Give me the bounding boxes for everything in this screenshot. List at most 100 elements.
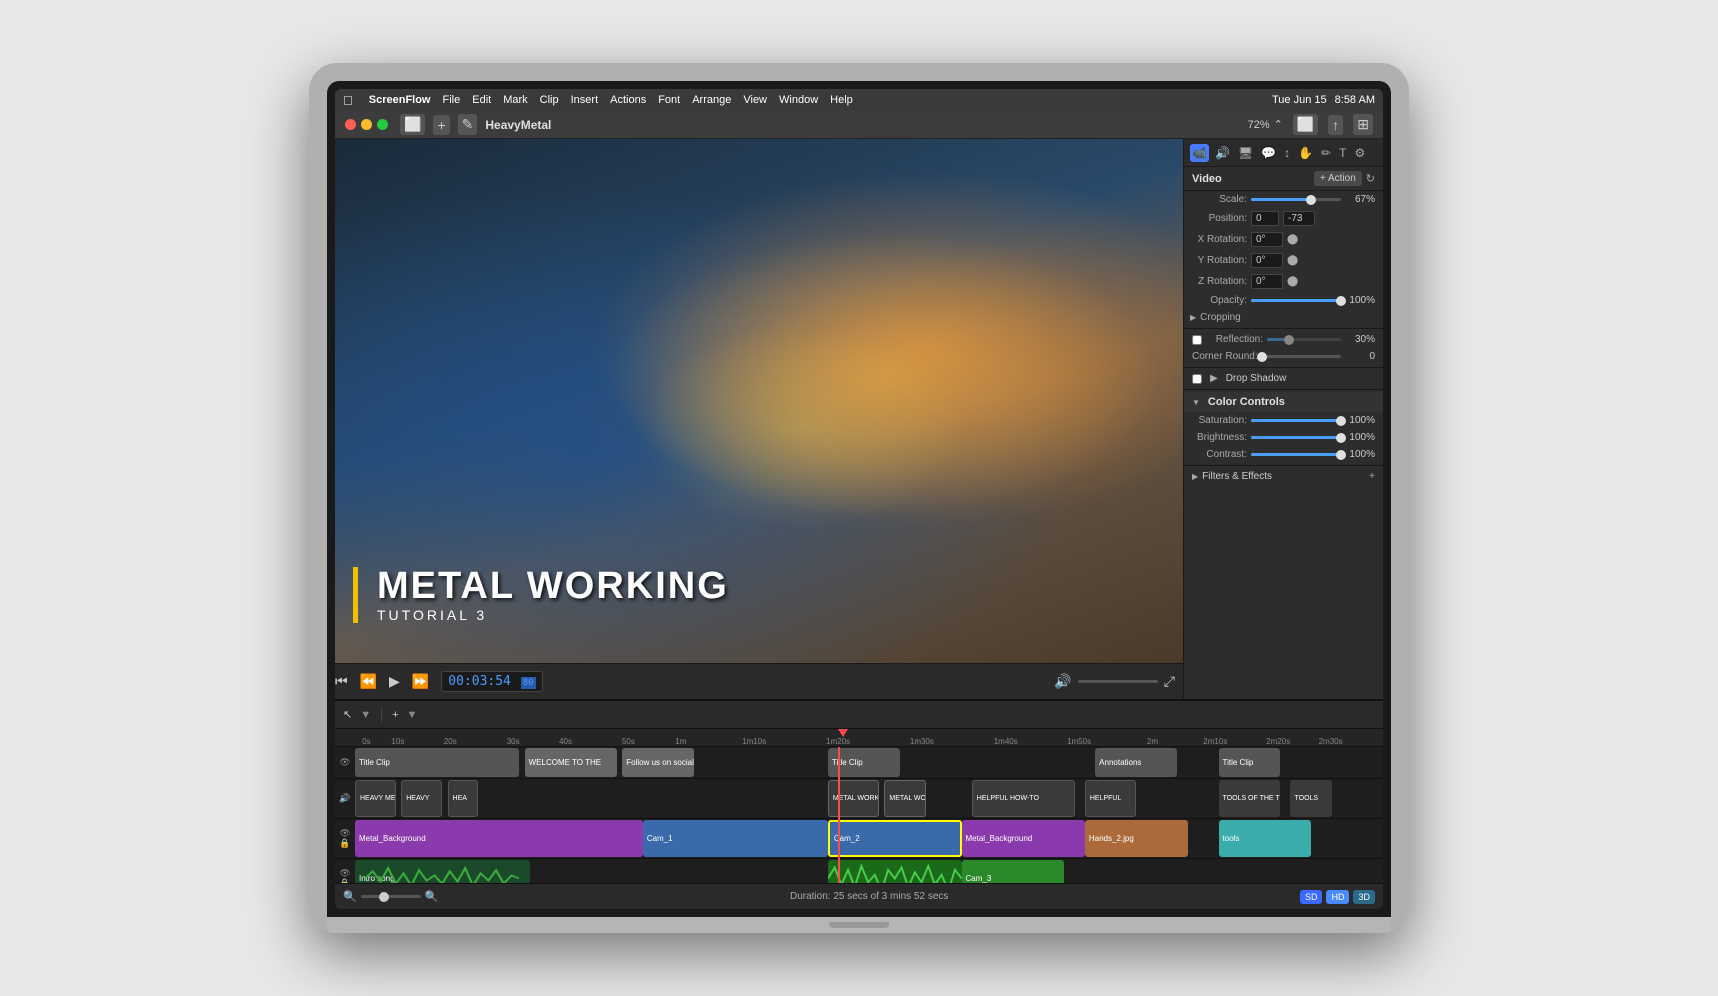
saturation-slider[interactable] [1251,419,1341,422]
y-rotation-keyframe-btn[interactable]: ⬤ [1287,255,1298,266]
x-rotation-keyframe-btn[interactable]: ⬤ [1287,234,1298,245]
position-x-input[interactable] [1251,211,1279,226]
track-lock-btn[interactable]: 🔒 [339,839,350,848]
menu-item-actions[interactable]: Actions [610,94,646,106]
contrast-slider[interactable] [1251,453,1341,456]
clip-title-1[interactable]: Title Clip [355,748,519,777]
reflection-checkbox[interactable] [1192,335,1202,345]
view-btn-1[interactable]: SD [1300,890,1323,904]
track-eye-btn-audio[interactable]: 👁 [339,869,350,878]
menu-item-edit[interactable]: Edit [472,94,491,106]
zoom-control[interactable]: 72% ⌃ [1248,118,1283,131]
color-controls-section[interactable]: ▼ Color Controls [1184,392,1383,412]
clip-helpful-2[interactable]: HELPFUL [1085,780,1136,817]
menu-item-file[interactable]: File [443,94,461,106]
menu-item-clip[interactable]: Clip [540,94,559,106]
minimize-button[interactable] [361,119,372,130]
clip-metal-bg-2[interactable]: Metal_Background [962,820,1085,857]
view-btn-3[interactable]: 3D [1353,890,1375,904]
menu-item-window[interactable]: Window [779,94,818,106]
add-button[interactable]: + [433,115,449,135]
track-audio-lock-btn[interactable]: 🔒 [339,879,350,883]
menu-bar-right: Tue Jun 15 8:58 AM [1272,94,1375,106]
motion-panel-btn[interactable]: ↕ [1282,144,1292,162]
y-rotation-input[interactable] [1251,253,1283,268]
brightness-slider[interactable] [1251,436,1341,439]
drop-shadow-checkbox[interactable] [1192,374,1202,384]
touch-panel-btn[interactable]: ✋ [1296,144,1315,162]
refresh-button[interactable]: ↻ [1366,172,1375,185]
video-panel-btn[interactable]: 📹 [1190,144,1209,162]
menu-item-help[interactable]: Help [830,94,853,106]
pencil-button[interactable]: ✎ [458,114,478,135]
callout-panel-btn[interactable]: 💬 [1259,144,1278,162]
crop-button[interactable]: ⬜ [1293,114,1318,135]
play-button[interactable]: ▶ [389,673,400,690]
expand-button[interactable]: ⤢ [1164,673,1175,690]
clip-cam2[interactable]: Cam_2 [828,820,962,857]
clip-hands[interactable]: Hands_2.jpg [1085,820,1188,857]
volume-slider[interactable] [1078,680,1158,683]
opacity-slider[interactable] [1251,299,1341,302]
menu-item-arrange[interactable]: Arrange [692,94,731,106]
x-rotation-input[interactable] [1251,232,1283,247]
clip-heavy-2[interactable]: HEAVY [401,780,442,817]
track-eye-btn-video[interactable]: 👁 [339,829,350,838]
step-forward-button[interactable]: ⏩ [412,673,429,690]
zoom-slider[interactable] [361,895,421,898]
maximize-button[interactable] [377,119,388,130]
new-document-button[interactable]: ⬜ [400,114,425,135]
clip-title-3[interactable]: Title Clip [1219,748,1281,777]
view-btn-2[interactable]: HD [1326,890,1349,904]
clip-helpful-1[interactable]: HELPFUL HOW-TO [972,780,1075,817]
add-clip-btn[interactable]: + [392,709,398,721]
menu-item-mark[interactable]: Mark [503,94,527,106]
volume-button[interactable]: 🔊 [1054,673,1071,690]
menu-item-font[interactable]: Font [658,94,680,106]
rewind-button[interactable]: ⏮ [335,673,348,690]
layout-button[interactable]: ⊞ [1353,114,1373,135]
text-panel-btn[interactable]: T [1337,144,1348,162]
audio-panel-btn[interactable]: 🔊 [1213,144,1232,162]
gear-panel-btn[interactable]: ⚙ [1352,144,1367,162]
cropping-section[interactable]: ▶ Cropping [1184,309,1383,326]
filters-add-btn[interactable]: + [1369,471,1375,482]
clip-tools[interactable]: TOOLS OF THE TRADE [1219,780,1281,817]
corner-round-slider[interactable] [1262,355,1341,358]
add-clip-select-btn[interactable]: ▼ [407,709,418,721]
zoom-in-btn[interactable]: 🔍 [425,890,439,903]
clip-title-welcome[interactable]: WELCOME TO THE [525,748,618,777]
close-button[interactable] [345,119,356,130]
zoom-out-btn[interactable]: 🔍 [343,890,357,903]
tool-select-btn[interactable]: ▼ [360,709,371,721]
clip-title-follow[interactable]: Follow us on social m [622,748,694,777]
clip-audio-middle[interactable] [828,860,962,883]
clip-annotations[interactable]: Annotations [1095,748,1177,777]
clip-heavy-1[interactable]: HEAVY METAL [355,780,396,817]
menu-item-insert[interactable]: Insert [571,94,599,106]
step-back-button[interactable]: ⏪ [360,673,377,690]
annotation-panel-btn[interactable]: ✏ [1319,144,1333,162]
clip-heavy-3[interactable]: HEA [448,780,479,817]
menu-item-app[interactable]: ScreenFlow [369,94,431,106]
position-y-input[interactable] [1283,211,1315,226]
clip-cam1[interactable]: Cam_1 [643,820,828,857]
clip-metal-bg-1[interactable]: Metal_Background [355,820,643,857]
clip-metalworking-1[interactable]: METAL WORKING [828,780,879,817]
pointer-tool[interactable]: ↖ [343,708,352,721]
reflection-slider[interactable] [1267,338,1341,341]
clip-tools-video[interactable]: tools [1219,820,1312,857]
timeline-tracks: 👁 Title Clip WELCOME TO THE Follow us on… [335,747,1383,883]
screen-panel-btn[interactable]: 🖥 [1236,144,1255,162]
share-button[interactable]: ↑ [1328,115,1343,135]
track-audio-btn[interactable]: 🔊 [339,794,350,803]
clip-tools-2[interactable]: TOOLS [1290,780,1331,817]
add-action-button[interactable]: + Action [1314,171,1362,186]
menu-item-view[interactable]: View [743,94,767,106]
clip-cam3[interactable]: Cam_3 [962,860,1065,883]
scale-slider[interactable] [1251,198,1341,201]
clip-metalworking-2[interactable]: METAL WOR [884,780,925,817]
track-eye-btn-1[interactable]: 👁 [339,758,350,767]
z-rotation-input[interactable] [1251,274,1283,289]
z-rotation-keyframe-btn[interactable]: ⬤ [1287,276,1298,287]
